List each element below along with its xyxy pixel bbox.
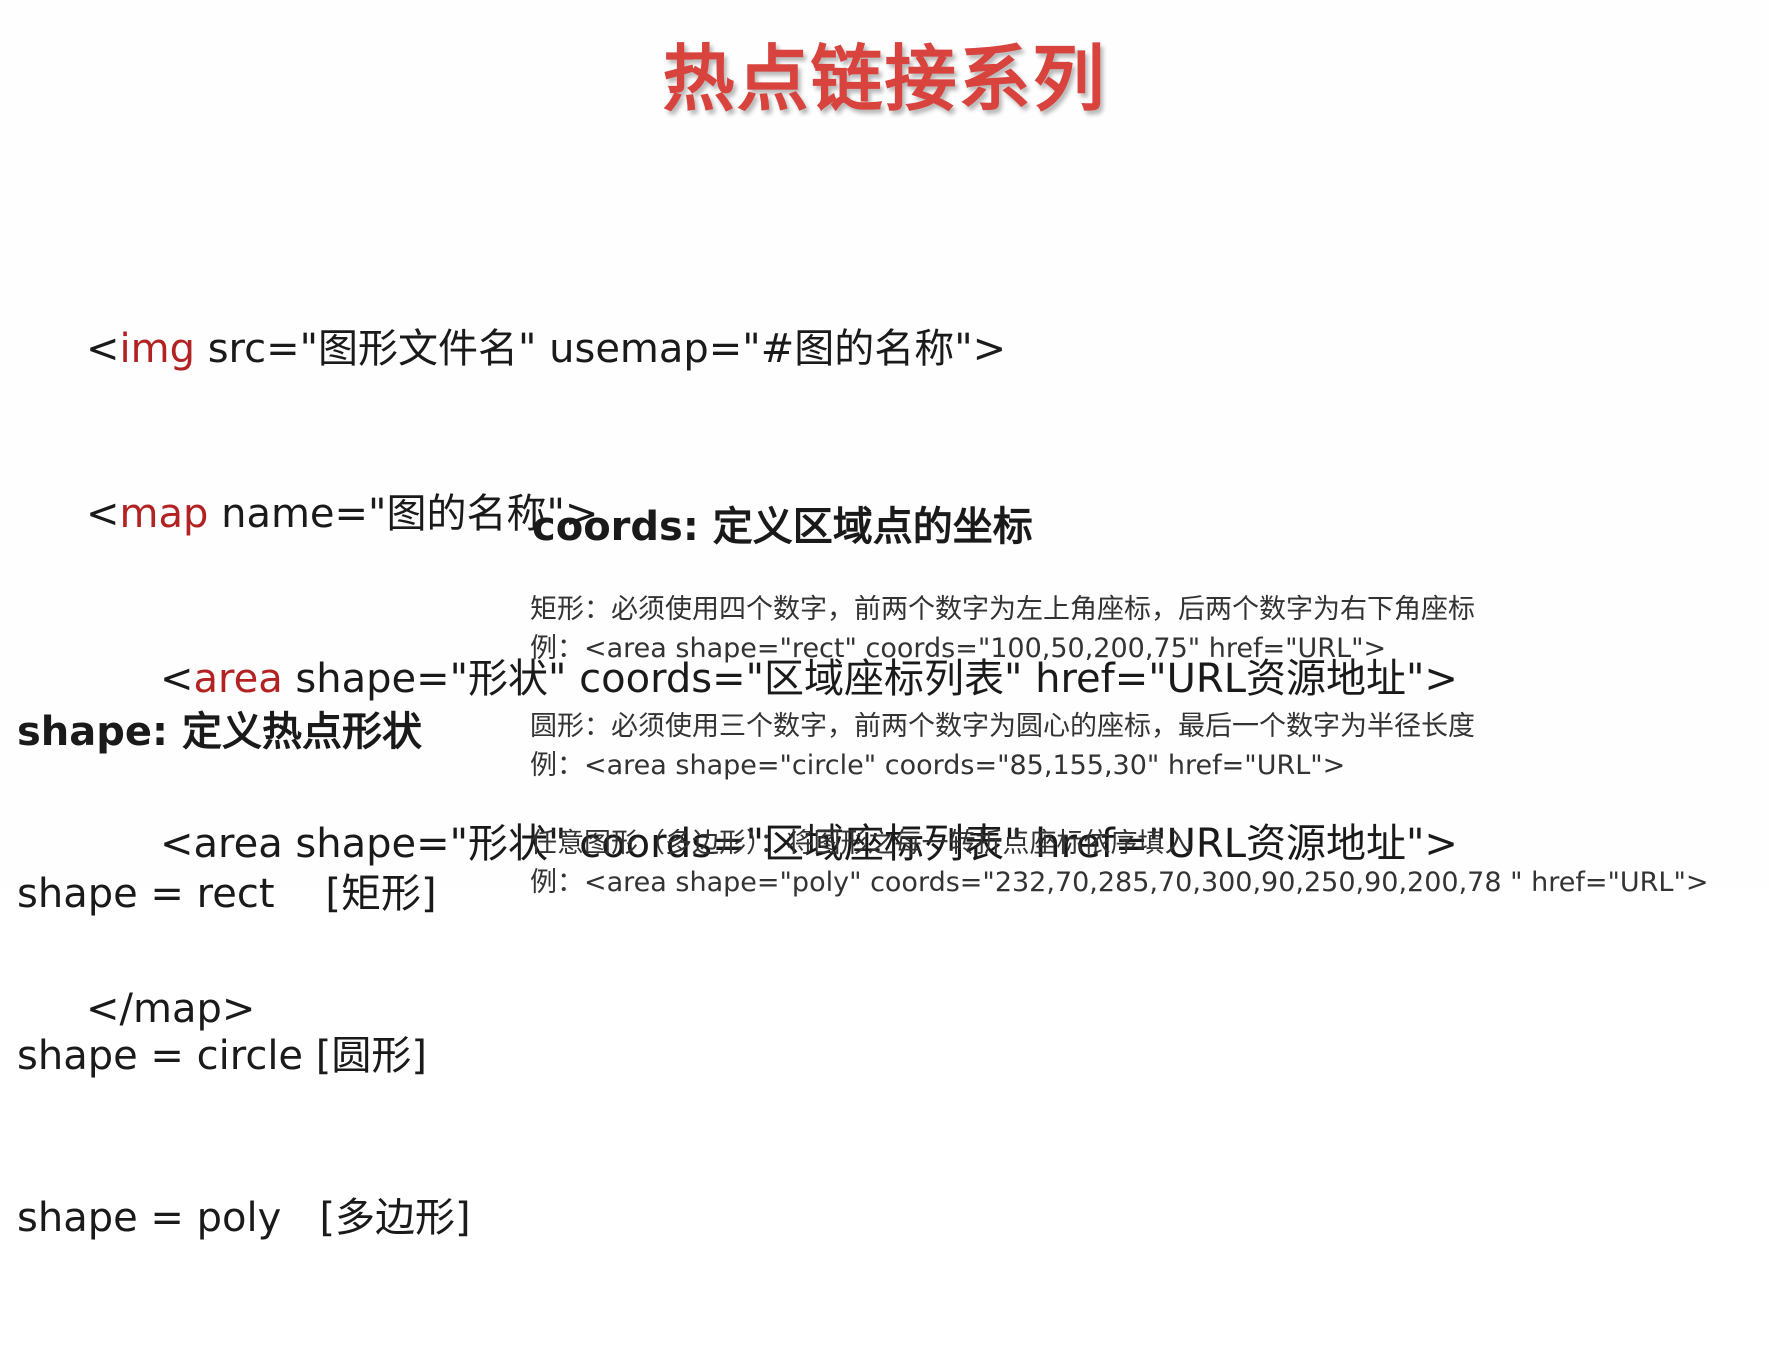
shape-item-poly: shape = poly [多边形] bbox=[17, 1195, 471, 1241]
code-bracket: < bbox=[86, 491, 120, 537]
description-text: 矩形：必须使用四个数字，前两个数字为左上角座标，后两个数字为右下角座标 bbox=[530, 594, 1475, 625]
description-poly: 任意图形（多边形）：将图形之每一转折点座标依序填入 例：<area shape=… bbox=[530, 824, 1709, 902]
description-section: 矩形：必须使用四个数字，前两个数字为左上角座标，后两个数字为右下角座标 例：<a… bbox=[530, 590, 1709, 902]
description-text: 任意图形（多边形）：将图形之每一转折点座标依序填入 bbox=[530, 828, 1192, 859]
code-keyword-map: map bbox=[119, 491, 209, 537]
shape-item-circle: shape = circle [圆形] bbox=[17, 1033, 427, 1079]
shape-section: shape: 定义热点形状 shape = rect [矩形] shape = … bbox=[17, 597, 471, 1353]
code-line-img: <img src="图形文件名" usemap="#图的名称"> bbox=[86, 322, 1458, 377]
description-example: 例：<area shape="circle" coords="85,155,30… bbox=[530, 750, 1346, 781]
description-example: 例：<area shape="rect" coords="100,50,200,… bbox=[530, 633, 1387, 664]
description-example: 例：<area shape="poly" coords="232,70,285,… bbox=[530, 867, 1709, 898]
slide: 热点链接系列 <img src="图形文件名" usemap="#图的名称"> … bbox=[0, 0, 1769, 1241]
code-bracket: < bbox=[86, 326, 120, 372]
shape-heading: shape: 定义热点形状 bbox=[17, 709, 422, 755]
coords-heading: coords: 定义区域点的坐标 bbox=[532, 504, 1033, 550]
code-attributes: src="图形文件名" usemap="#图的名称"> bbox=[194, 326, 1007, 372]
code-keyword-img: img bbox=[119, 326, 195, 372]
description-circle: 圆形：必须使用三个数字，前两个数字为圆心的座标，最后一个数字为半径长度 例：<a… bbox=[530, 707, 1709, 785]
description-rect: 矩形：必须使用四个数字，前两个数字为左上角座标，后两个数字为右下角座标 例：<a… bbox=[530, 590, 1709, 668]
slide-title: 热点链接系列 bbox=[662, 37, 1107, 121]
shape-item-rect: shape = rect [矩形] bbox=[17, 871, 437, 917]
description-text: 圆形：必须使用三个数字，前两个数字为圆心的座标，最后一个数字为半径长度 bbox=[530, 711, 1475, 742]
